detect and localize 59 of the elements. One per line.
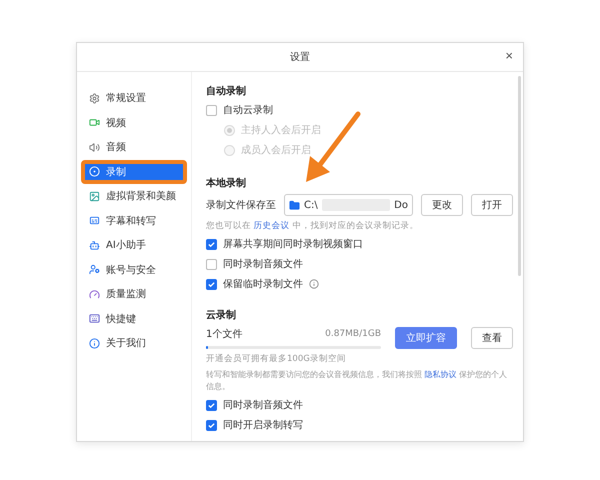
privacy-text: 转写和智能录制都需要访问您的会议音视频信息，我们将按照 隐私协议 保护您的个人信息。: [206, 369, 508, 393]
sidebar-item[interactable]: 关于我们: [81, 331, 187, 356]
sidebar-item[interactable]: 字幕和转写: [81, 208, 187, 233]
history-link[interactable]: 历史会议: [254, 221, 290, 231]
info-icon: [89, 338, 100, 349]
checkbox-label: 同时录制音频文件: [223, 398, 303, 412]
section-title: 云录制: [206, 308, 237, 322]
hint-text: 您也可以在 历史会议 中，找到对应的会议录制记录。: [206, 220, 420, 232]
checkbox-label: 保留临时录制文件: [223, 278, 303, 291]
sidebar-item[interactable]: 账号与安全: [81, 258, 187, 282]
user-icon: [89, 264, 100, 276]
checkbox-label: 同时开启录制转写: [223, 418, 303, 432]
sidebar-item[interactable]: 质量监测: [81, 282, 187, 306]
checkbox[interactable]: [206, 400, 217, 410]
speaker-icon: [89, 142, 100, 153]
field-label: 录制文件保存至: [206, 198, 276, 212]
sidebar-item[interactable]: 视频: [81, 110, 187, 135]
checkbox[interactable]: [206, 258, 217, 270]
expand-button[interactable]: 立即扩容: [395, 327, 457, 349]
folder-icon: [289, 200, 300, 210]
checkbox-label: 同时录制音频文件: [223, 258, 303, 271]
checkbox-label: 屏幕共享期间同时录制视频窗口: [223, 238, 363, 251]
radio-label: 主持人入会后开启: [241, 124, 321, 137]
video-camera-icon: [89, 117, 100, 128]
privacy-link[interactable]: 隐私协议: [424, 370, 457, 379]
checkbox[interactable]: [206, 104, 217, 116]
gauge-icon: [89, 288, 100, 300]
close-button[interactable]: ×: [501, 49, 517, 63]
storage-usage: 0.87MB/1GB: [325, 329, 381, 339]
captions-icon: [89, 215, 100, 226]
checkbox[interactable]: [206, 420, 217, 430]
keyboard-icon: [89, 313, 100, 324]
gear-icon: [89, 92, 100, 104]
checkbox-label: 自动云录制: [223, 104, 273, 117]
window-title: 设置: [290, 50, 310, 64]
radio-label: 成员入会后开启: [241, 144, 311, 157]
section-title: 自动录制: [206, 84, 247, 98]
action-button[interactable]: 打开: [471, 194, 513, 216]
sidebar-item[interactable]: 音频: [81, 135, 187, 160]
robot-icon: [89, 240, 100, 251]
scrollbar[interactable]: [518, 76, 521, 276]
path-field[interactable]: C:\ Do: [284, 194, 413, 216]
view-button[interactable]: 查看: [471, 327, 513, 349]
image-icon: [89, 190, 100, 202]
path-text: C:\: [304, 200, 318, 210]
sidebar-item[interactable]: 录制: [81, 160, 187, 184]
sidebar-item[interactable]: 虚拟背景和美颜: [81, 184, 187, 208]
record-icon: [89, 166, 100, 178]
sidebar-item[interactable]: AI小助手: [81, 233, 187, 258]
checkbox[interactable]: [206, 278, 217, 290]
member-note: 开通会员可拥有最多100G录制空间: [206, 353, 347, 365]
checkbox[interactable]: [206, 238, 217, 250]
sidebar-item[interactable]: 常规设置: [81, 86, 187, 110]
section-title: 本地录制: [206, 176, 247, 190]
path-text: Do: [394, 200, 408, 210]
action-button[interactable]: 更改: [421, 194, 463, 216]
info-icon[interactable]: [309, 279, 319, 289]
sidebar-item[interactable]: 快捷键: [81, 306, 187, 331]
file-count: 1个文件: [206, 328, 242, 341]
